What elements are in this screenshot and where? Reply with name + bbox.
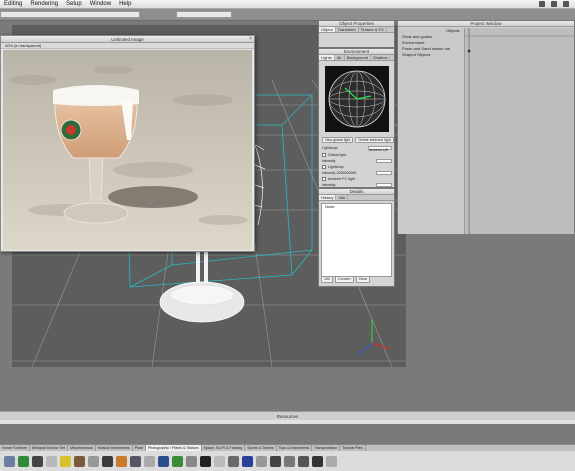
object-properties-panel: Object Properties Object Transform Textu… bbox=[318, 20, 395, 48]
content-thumbnail-icon[interactable] bbox=[172, 455, 183, 467]
menu-rendering[interactable]: Rendering bbox=[26, 1, 62, 7]
render-window[interactable]: Unlimited Image × 40% (in transparent) bbox=[0, 35, 255, 252]
tab-background[interactable]: Background bbox=[345, 55, 371, 60]
content-thumbnail-icon[interactable] bbox=[130, 455, 141, 467]
axis-gizmo bbox=[357, 320, 391, 356]
tab-shadow[interactable]: Shadow bbox=[371, 55, 391, 60]
environment-panel: Environment Lights Air Background Shadow… bbox=[318, 48, 395, 188]
global-light-checkbox[interactable] bbox=[322, 153, 326, 157]
details-footer: 100 Convert Clear bbox=[321, 276, 371, 283]
tab-object[interactable]: Object bbox=[319, 27, 336, 32]
tab-lights[interactable]: Lights bbox=[319, 55, 335, 60]
content-thumbnail-icon[interactable] bbox=[60, 455, 71, 467]
history-count-field[interactable]: 100 bbox=[321, 276, 333, 283]
content-thumbnail-icon[interactable] bbox=[256, 455, 267, 467]
tab-texture-fx[interactable]: Texture & FX bbox=[359, 27, 387, 32]
details-tabs: History Info bbox=[319, 195, 394, 201]
content-thumbnail-icon[interactable] bbox=[144, 455, 155, 467]
menu-bar: Editing Rendering Setup Window Help bbox=[0, 0, 575, 9]
content-thumbnail-icon[interactable] bbox=[228, 455, 239, 467]
content-thumbnail-icon[interactable] bbox=[270, 455, 281, 467]
close-icon[interactable]: × bbox=[249, 36, 252, 43]
environment-tabs: Lights Air Background Shadow bbox=[319, 55, 394, 61]
content-thumbnail-icon[interactable] bbox=[116, 455, 127, 467]
tab-air[interactable]: Air bbox=[335, 55, 345, 60]
intensity-field[interactable] bbox=[376, 159, 392, 163]
battery-icon[interactable] bbox=[563, 1, 569, 7]
content-thumbnail-icon[interactable] bbox=[32, 455, 43, 467]
convert-button[interactable]: Convert bbox=[335, 276, 354, 283]
content-thumbnail-icon[interactable] bbox=[214, 455, 225, 467]
intensity-field[interactable] bbox=[376, 183, 392, 187]
tab-history[interactable]: History bbox=[319, 195, 337, 200]
menu-editing[interactable]: Editing bbox=[0, 1, 26, 7]
tab-info[interactable]: Info bbox=[336, 195, 349, 200]
horizontal-scrollbar[interactable] bbox=[0, 420, 575, 424]
clear-button[interactable]: Clear bbox=[355, 276, 371, 283]
timeline-ticks bbox=[465, 28, 574, 234]
content-category-tabs: Home Furniture Metapad Erector Set Misce… bbox=[0, 444, 575, 451]
object-properties-tabs: Object Transform Texture & FX bbox=[319, 27, 394, 33]
content-thumbnail-icon[interactable] bbox=[326, 455, 337, 467]
render-window-subtitle: 40% (in transparent) bbox=[1, 43, 254, 49]
project-window: Project Window Objects Grids and guides … bbox=[397, 20, 575, 234]
content-thumbnail-icon[interactable] bbox=[74, 455, 85, 467]
content-thumbnail-icon[interactable] bbox=[88, 455, 99, 467]
content-thumbnail-icon[interactable] bbox=[298, 455, 309, 467]
volume-icon[interactable] bbox=[551, 1, 557, 7]
rendered-scene bbox=[3, 50, 252, 250]
wifi-icon[interactable] bbox=[539, 1, 545, 7]
project-window-title[interactable]: Project Window bbox=[398, 21, 574, 27]
content-thumbnail-icon[interactable] bbox=[4, 455, 15, 467]
lightshop-dropdown[interactable]: Ambient UE bbox=[368, 146, 392, 152]
project-tree: Objects Grids and guides Environment Pos… bbox=[398, 28, 465, 234]
light-sphere-preview[interactable] bbox=[325, 66, 389, 132]
lightshop-label: Lightshop bbox=[322, 146, 338, 150]
history-list[interactable]: Node bbox=[321, 203, 392, 277]
content-thumbnail-icon[interactable] bbox=[18, 455, 29, 467]
list-item[interactable]: Node bbox=[322, 204, 391, 210]
wire-sphere bbox=[328, 70, 386, 128]
render-window-title: Unlimited Image bbox=[111, 37, 144, 42]
content-thumbnail-icon[interactable] bbox=[46, 455, 57, 467]
timeline[interactable] bbox=[465, 28, 574, 234]
ambient-light-checkbox[interactable] bbox=[322, 177, 326, 181]
tool-slot-center[interactable] bbox=[176, 11, 232, 18]
details-panel: Details History Info Node 100 Convert Cl… bbox=[318, 188, 395, 287]
tab-transform[interactable]: Transform bbox=[336, 27, 359, 32]
list-item[interactable]: Shaped Objects bbox=[398, 52, 464, 58]
status-bar: Resources bbox=[0, 411, 575, 420]
menu-help[interactable]: Help bbox=[115, 1, 135, 7]
tool-slot-left[interactable] bbox=[0, 11, 140, 18]
rendered-image bbox=[3, 50, 252, 250]
new-global-light-button[interactable]: New global light bbox=[322, 137, 354, 143]
content-shelf bbox=[0, 451, 575, 471]
light-buttons: New global light Delete selected light bbox=[322, 137, 394, 143]
glass-shadow bbox=[108, 186, 198, 208]
lightshop-selector[interactable]: Lightshop Ambient UE bbox=[322, 145, 392, 152]
menubar-status-icons bbox=[539, 1, 569, 7]
lightshop-checkbox[interactable] bbox=[322, 165, 326, 169]
content-thumbnail-icon[interactable] bbox=[102, 455, 113, 467]
content-thumbnail-icon[interactable] bbox=[284, 455, 295, 467]
content-thumbnail-icon[interactable] bbox=[186, 455, 197, 467]
render-window-titlebar[interactable]: Unlimited Image × bbox=[1, 36, 254, 43]
menu-setup[interactable]: Setup bbox=[62, 1, 86, 7]
content-thumbnail-icon[interactable] bbox=[312, 455, 323, 467]
content-thumbnail-icon[interactable] bbox=[200, 455, 211, 467]
delete-light-button[interactable]: Delete selected light bbox=[355, 137, 394, 143]
content-thumbnail-icon[interactable] bbox=[158, 455, 169, 467]
menu-window[interactable]: Window bbox=[86, 1, 115, 7]
intensity-field[interactable] bbox=[376, 171, 392, 175]
content-thumbnail-icon[interactable] bbox=[242, 455, 253, 467]
